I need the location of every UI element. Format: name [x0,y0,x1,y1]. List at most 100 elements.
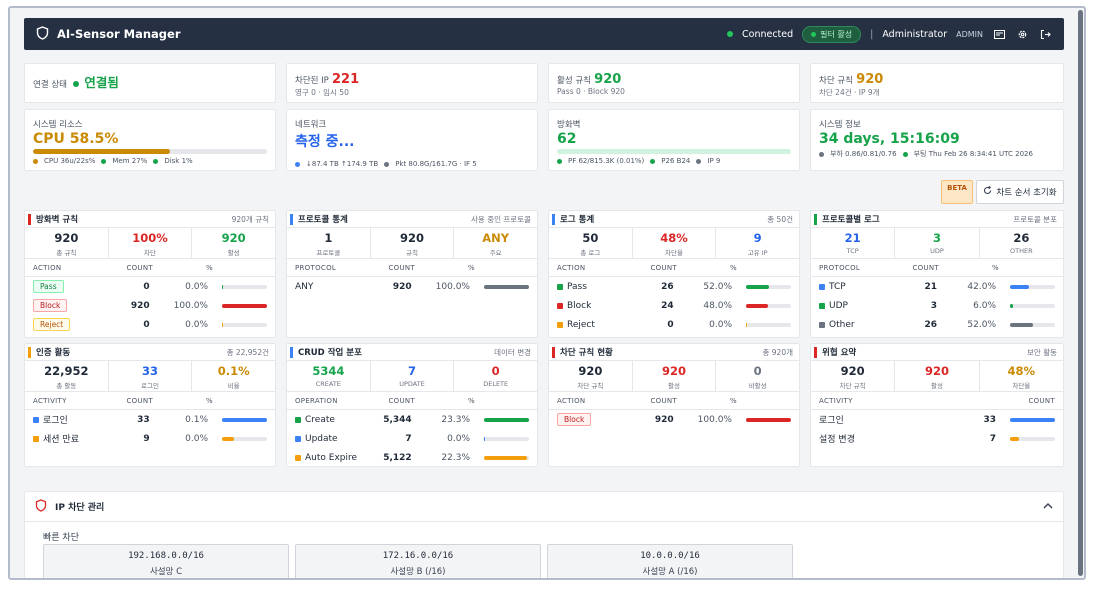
row-bar [222,284,267,289]
mem-legend: Mem 27% [112,157,148,165]
row-bar [222,322,267,327]
row-count: 0 [667,319,674,330]
legend-square [819,283,825,290]
stat-cell: 920 활성 [633,361,717,391]
panel-header[interactable]: 방화벽 규칙 920개 규칙 [25,211,275,228]
legend-square [557,283,563,290]
row-count: 920 [392,281,412,292]
table-header: PROTOCOL COUNT% [287,259,537,277]
row-label: Other [829,319,855,330]
row-label: UDP [829,300,848,311]
row-bar [484,284,529,289]
stat-value: 48% [660,231,688,245]
panel-stats: 22,952 총 활동 33 로그인 0.1% 비율 [25,361,275,392]
table-header: ACTION COUNT% [25,259,275,277]
boot-legend: 부팅 Thu Feb 26 8:34:41 UTC 2026 [913,150,1033,158]
stats-panel[interactable]: 프로토콜별 로그 프로토콜 분포 21 TCP 3 UDP 26 OTHER PROTOCOL C… [810,210,1064,338]
panel-accent [814,213,817,225]
col-header: % [468,396,475,405]
shield-icon [35,498,47,515]
connection-value: 연결됨 [84,75,119,90]
row-count: 920 [130,300,150,311]
row-bar [1010,284,1055,289]
stats-panel[interactable]: 로그 통계 총 50건 50 총 로그 48% 차단율 9 고유 IP ACTION COUNT%… [548,210,800,338]
row-bar [222,417,267,422]
quick-block-name: 사설망 B (/16) [390,567,446,577]
cpu-value: CPU 58.5% [33,131,119,147]
stat-label: 차단율 [665,249,683,257]
reset-chart-order-button[interactable]: 차트 순서 초기화 [976,180,1064,204]
stats-panel[interactable]: 프로토콜 통계 사용 중인 프로토콜 1 프로토콜 920 규칙 ANY 주요 PROTOCOL… [286,210,538,338]
disk-legend: Disk 1% [164,157,193,165]
row-count: 920 [654,414,674,425]
panel-header[interactable]: 프로토콜 통계 사용 중인 프로토콜 [287,211,537,228]
col-header: % [730,263,737,272]
ip-block-header[interactable]: IP 차단 관리 [25,492,1063,522]
stat-label: TCP [846,247,859,255]
row-percent: 0.0% [185,433,208,444]
col-header: COUNT [388,396,415,405]
row-count: 5,122 [383,452,412,463]
filter-status-badge[interactable]: 필터 활성 [802,25,862,43]
stat-cell: 920 활성 [192,228,275,258]
stats-panel[interactable]: 위협 요약 보안 활동 920 차단 규칙 920 활성 48% 차단율 ACTIVITY COU… [810,343,1064,467]
panel-meta: 사용 중인 프로토콜 [471,214,531,224]
col-header: % [992,263,999,272]
scrollbar[interactable] [1078,10,1083,576]
stats-panel[interactable]: CRUD 작업 분포 데이터 변경 5344 CREATE 7 UPDATE 0 DELETE… [286,343,538,467]
refresh-icon [983,185,992,198]
chevron-up-icon[interactable] [1043,502,1053,512]
table-row: Create 5,344 23.3% [287,410,537,429]
quick-block-label: 빠른 차단 [43,533,79,543]
stats-panel[interactable]: 인증 활동 총 22,952건 22,952 총 활동 33 로그인 0.1% 비율 ACTIV… [24,343,276,467]
network-card: 네트워크 측정 중... ↓87.4 TB ↑174.9 TB Pkt 80.8G… [286,109,538,171]
stat-value: 21 [844,231,861,245]
table-header: ACTIVITY COUNT% [25,392,275,410]
row-percent: 48.0% [703,300,732,311]
stats-panel[interactable]: 방화벽 규칙 920개 규칙 920 총 규칙 100% 차단 920 활성 ACTION COU… [24,210,276,338]
col-header: ACTIVITY [33,396,67,405]
col-header: COUNT [650,263,677,272]
panel-header[interactable]: 인증 활동 총 22,952건 [25,344,275,361]
ip-legend: IP 9 [707,157,721,165]
stat-value: 5344 [312,364,345,378]
stat-value: 920 [662,364,687,378]
quick-block-name: 사설망 C [149,567,183,577]
beta-badge: BETA [941,180,973,204]
col-header: % [468,263,475,272]
table-row: Other 26 52.0% [811,315,1063,334]
panel-header[interactable]: CRUD 작업 분포 데이터 변경 [287,344,537,361]
quick-block-name: 사설망 A (/16) [642,567,698,577]
action-tag: Block [33,299,68,312]
stat-value: 920 [924,364,949,378]
panel-header[interactable]: 프로토콜별 로그 프로토콜 분포 [811,211,1063,228]
stat-value: 7 [408,364,417,378]
stat-label: UPDATE [399,380,425,388]
panel-header[interactable]: 차단 규칙 현황 총 920개 [549,344,799,361]
stats-panel[interactable]: 차단 규칙 현황 총 920개 920 차단 규칙 920 활성 0 비활성 ACTION COU… [548,343,800,467]
stat-label: 비율 [227,382,240,390]
table-row: Block 920 100.0% [549,410,799,429]
stat-cell: 0.1% 비율 [192,361,275,391]
row-bar [484,455,529,460]
stat-label: 프로토콜 [316,249,341,257]
row-label: Reject [567,319,595,330]
quick-block-button[interactable]: 172.16.0.0/16 사설망 B (/16) [295,544,541,578]
gear-icon[interactable] [1015,27,1029,41]
row-percent: 52.0% [967,319,996,330]
logout-icon[interactable] [1038,27,1052,41]
panel-meta: 총 50건 [767,214,793,224]
row-percent: 0.1% [185,414,208,425]
panel-title: 차단 규칙 현황 [560,348,613,358]
quick-block-button[interactable]: 192.168.0.0/16 사설망 C [43,544,289,578]
panel-header[interactable]: 로그 통계 총 50건 [549,211,799,228]
row-percent: 100.0% [173,300,208,311]
panel-stats: 1 프로토콜 920 규칙 ANY 주요 [287,228,537,259]
firewall-label: 방화벽 [557,120,581,130]
panel-stats: 50 총 로그 48% 차단율 9 고유 IP [549,228,799,259]
terminal-icon[interactable] [992,27,1006,41]
quick-block-button[interactable]: 10.0.0.0/16 사설망 A (/16) [547,544,793,578]
table-row: Pass 0 0.0% [25,277,275,296]
row-bar [1010,322,1055,327]
panel-header[interactable]: 위협 요약 보안 활동 [811,344,1063,361]
